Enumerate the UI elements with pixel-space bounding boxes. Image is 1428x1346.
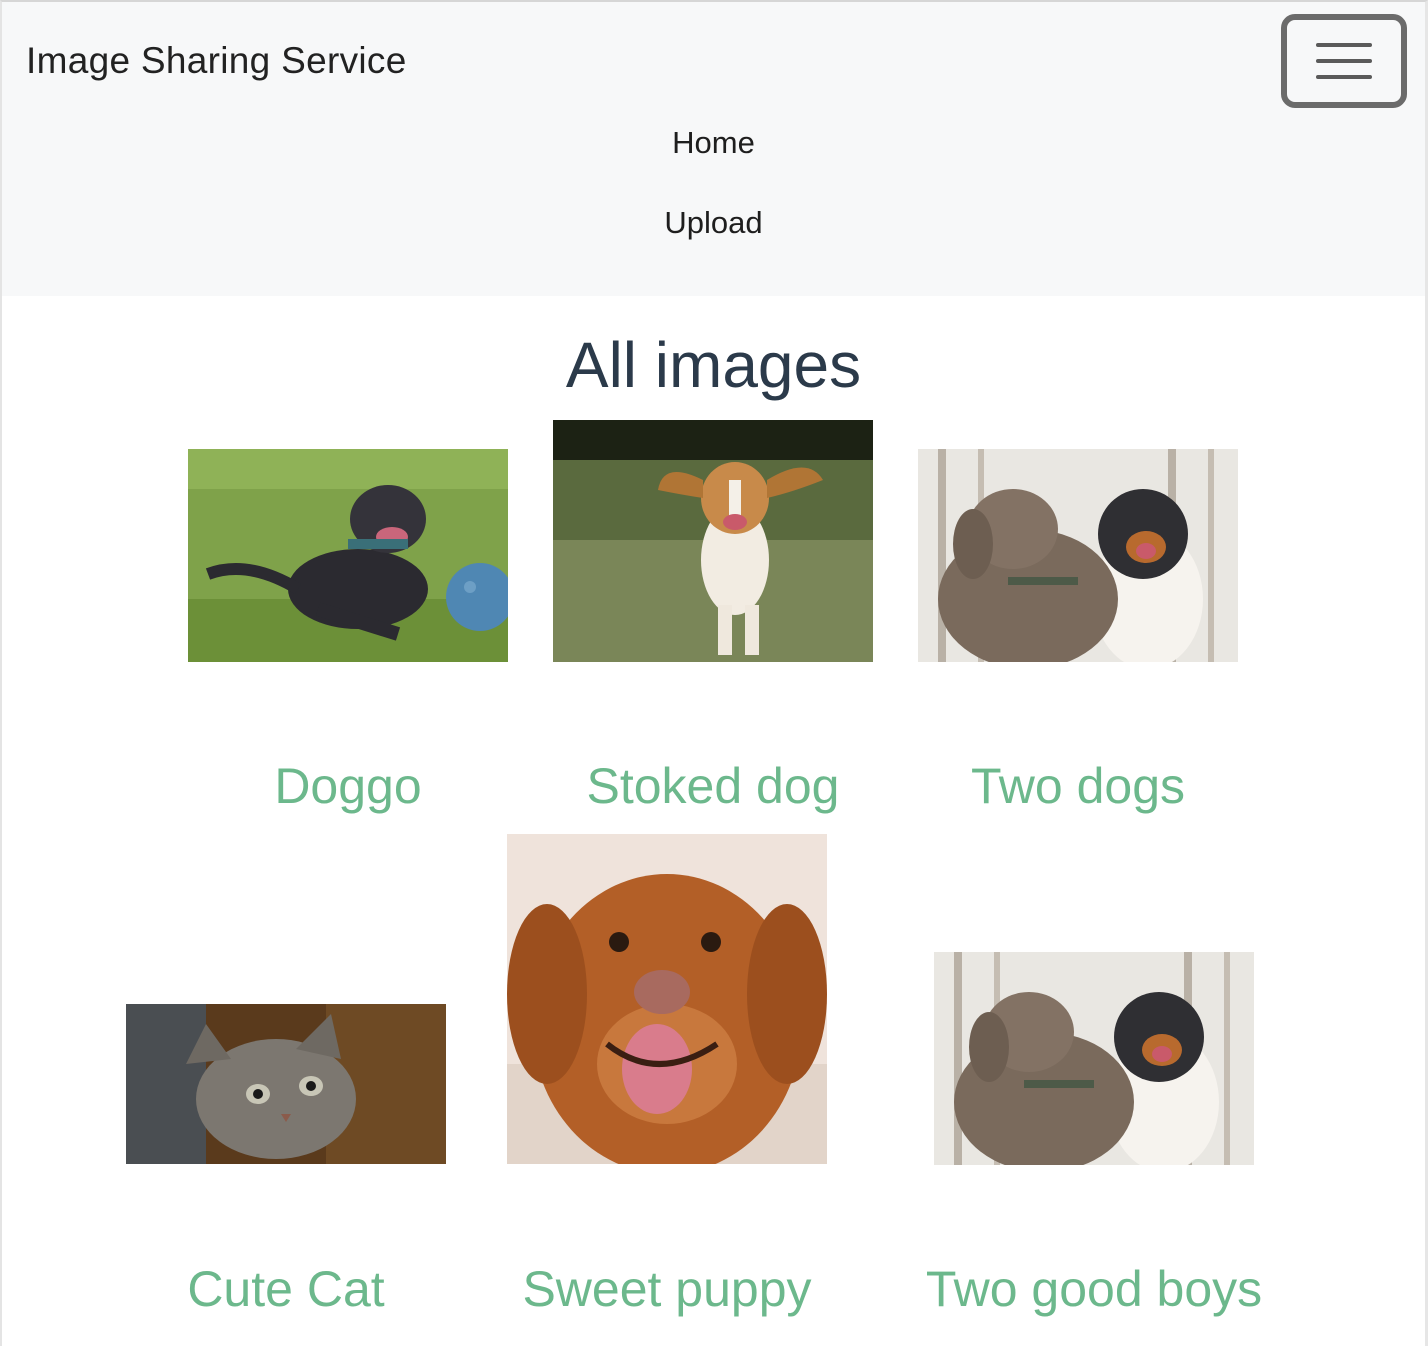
image-caption[interactable]: Cute Cat bbox=[126, 1260, 446, 1318]
browser-viewport: Image Sharing Service Home Upload All im… bbox=[0, 0, 1428, 1346]
page-title: All images bbox=[565, 329, 862, 401]
hamburger-menu-icon bbox=[1316, 39, 1372, 83]
nav-link-home[interactable]: Home bbox=[2, 125, 1425, 161]
dogs-photo-icon bbox=[918, 449, 1238, 662]
image-caption[interactable]: Doggo bbox=[188, 757, 508, 815]
image-card: Sweet puppy bbox=[507, 834, 827, 1334]
dogs-photo-icon bbox=[934, 952, 1254, 1165]
image-thumbnail[interactable] bbox=[934, 952, 1254, 1165]
image-thumbnail[interactable] bbox=[126, 1004, 446, 1164]
image-caption[interactable]: Stoked dog bbox=[553, 757, 873, 815]
image-card: Two good boys bbox=[926, 952, 1262, 1334]
image-card: Stoked dog bbox=[553, 420, 873, 830]
puppy-photo-icon bbox=[507, 834, 827, 1164]
navbar-toggle-button[interactable] bbox=[1281, 14, 1407, 108]
image-caption[interactable]: Sweet puppy bbox=[507, 1260, 827, 1318]
image-thumbnail[interactable] bbox=[918, 449, 1238, 662]
dog-photo-icon bbox=[553, 420, 873, 662]
dog-photo-icon bbox=[188, 449, 508, 662]
brand-title[interactable]: Image Sharing Service bbox=[26, 40, 407, 82]
image-thumbnail[interactable] bbox=[553, 420, 873, 662]
image-card: Two dogs bbox=[918, 449, 1238, 829]
navbar: Image Sharing Service Home Upload bbox=[2, 2, 1425, 296]
nav-link-upload[interactable]: Upload bbox=[2, 205, 1425, 241]
image-card: Cute Cat bbox=[126, 1004, 446, 1334]
image-thumbnail[interactable] bbox=[507, 834, 827, 1164]
image-thumbnail[interactable] bbox=[188, 449, 508, 662]
image-card: Doggo bbox=[188, 449, 508, 829]
image-caption[interactable]: Two good boys bbox=[904, 1260, 1284, 1318]
cat-photo-icon bbox=[126, 1004, 446, 1164]
image-caption[interactable]: Two dogs bbox=[918, 757, 1238, 815]
